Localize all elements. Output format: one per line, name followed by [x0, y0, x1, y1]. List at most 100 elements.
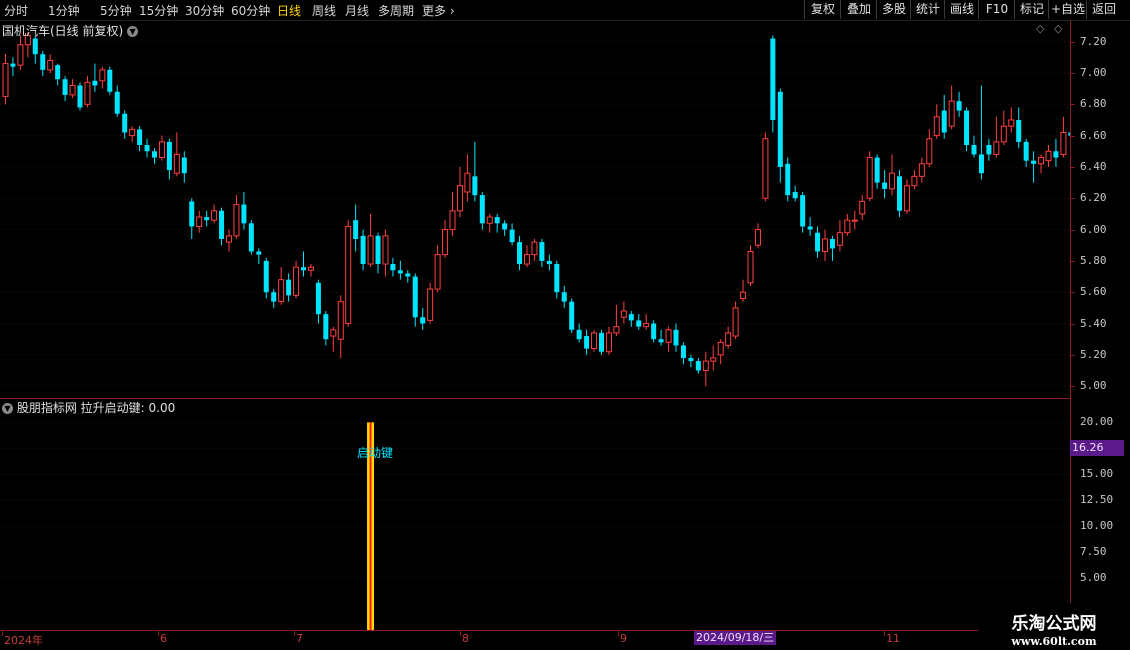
- candle-body: [114, 91, 120, 114]
- candle: [69, 79, 76, 99]
- candle-body: [576, 329, 582, 340]
- candle-body: [517, 242, 523, 265]
- candle: [941, 94, 947, 139]
- period-tab-60min[interactable]: 60分钟: [231, 2, 270, 19]
- candle: [807, 217, 813, 236]
- candle: [1045, 145, 1052, 167]
- candle: [926, 129, 933, 167]
- candle-body: [1008, 119, 1015, 127]
- candle: [903, 179, 910, 214]
- candle: [956, 91, 962, 117]
- candle-body: [882, 182, 888, 189]
- date-tick: [884, 630, 885, 636]
- candle-body: [204, 217, 210, 221]
- candle: [456, 166, 463, 218]
- kline-chart[interactable]: [0, 20, 1070, 630]
- indicator-tick-label: 7.50: [1080, 545, 1107, 559]
- period-tab-fenshi[interactable]: 分时: [4, 2, 28, 19]
- candle: [680, 342, 686, 365]
- overlay-button[interactable]: 叠加: [840, 0, 877, 19]
- candle: [181, 151, 187, 183]
- period-tab-5min[interactable]: 5分钟: [100, 2, 132, 19]
- indicator-title[interactable]: ▼ 股朋指标网 拉升启动键: 0.00: [2, 399, 175, 416]
- price-tick: [1070, 135, 1075, 137]
- candle: [836, 220, 843, 252]
- candle: [531, 238, 538, 261]
- candle: [55, 63, 61, 86]
- candle-body: [263, 260, 269, 293]
- candle: [971, 135, 977, 158]
- candle-body: [330, 329, 337, 337]
- candle: [107, 66, 113, 95]
- price-tick: [1070, 323, 1075, 325]
- period-tab-weekly[interactable]: 周线: [312, 2, 336, 19]
- candle-body: [785, 163, 791, 196]
- candle-body: [636, 320, 642, 327]
- date-tick-label: 11: [886, 632, 900, 645]
- chevron-down-icon[interactable]: ▼: [2, 403, 13, 414]
- candle-body: [539, 242, 545, 261]
- candle: [211, 204, 218, 224]
- expand-icon[interactable]: ◇: [1054, 22, 1062, 35]
- candle: [144, 138, 150, 158]
- f10-button[interactable]: F10: [978, 0, 1015, 19]
- back-button[interactable]: 返回: [1086, 0, 1121, 19]
- candle-body: [420, 317, 426, 324]
- candle-body: [442, 229, 449, 256]
- candle: [636, 314, 642, 330]
- period-tab-30min[interactable]: 30分钟: [185, 2, 224, 19]
- candle: [315, 279, 321, 324]
- candle-body: [673, 329, 679, 346]
- date-tick: [2, 630, 3, 636]
- period-tab-multi[interactable]: 多周期: [378, 2, 414, 19]
- side-panel-strip[interactable]: [1121, 20, 1130, 630]
- candle: [464, 154, 471, 202]
- period-tab-monthly[interactable]: 月线: [345, 2, 369, 19]
- candle-body: [613, 326, 620, 334]
- candle: [866, 151, 873, 202]
- mark-button[interactable]: 标记: [1014, 0, 1049, 19]
- candle-body: [866, 157, 873, 199]
- chevron-down-icon[interactable]: ▼: [127, 26, 139, 37]
- candle: [405, 270, 411, 283]
- candle: [993, 116, 1000, 158]
- fuquan-button[interactable]: 复权: [804, 0, 841, 19]
- crosshair-value-label: 16.26: [1070, 440, 1124, 456]
- candle: [233, 195, 240, 239]
- candle: [591, 329, 598, 352]
- add-watchlist-button[interactable]: +自选: [1048, 0, 1087, 19]
- diamond-icon[interactable]: ◇: [1036, 22, 1044, 35]
- candle-body: [494, 217, 500, 224]
- candle: [271, 289, 277, 308]
- candle: [427, 282, 434, 324]
- candle: [226, 229, 232, 252]
- period-tab-15min[interactable]: 15分钟: [139, 2, 178, 19]
- candle: [829, 235, 835, 261]
- period-tab-1min[interactable]: 1分钟: [48, 2, 80, 19]
- candle: [323, 311, 329, 346]
- price-tick: [1070, 198, 1075, 200]
- candle-body: [897, 176, 902, 211]
- candle: [390, 257, 396, 277]
- date-tick-label: 9: [620, 632, 627, 645]
- candle-body: [651, 323, 657, 340]
- chart-title[interactable]: 国机汽车(日线 前复权) ▼: [2, 22, 139, 39]
- multi-stock-button[interactable]: 多股: [876, 0, 911, 19]
- candle-body: [1023, 141, 1029, 161]
- candle-body: [986, 145, 992, 155]
- candle-body: [293, 266, 300, 296]
- candle-body: [211, 210, 218, 221]
- stats-button[interactable]: 统计: [910, 0, 945, 19]
- date-tick: [158, 630, 159, 636]
- indicator-tick-label: 12.50: [1080, 493, 1114, 507]
- candle-body: [464, 172, 471, 193]
- more-label: 更多: [422, 4, 447, 18]
- candle: [307, 264, 314, 277]
- period-tab-daily[interactable]: 日线: [277, 2, 301, 19]
- indicator-tick-label: 15.00: [1080, 467, 1114, 481]
- signal-group: [0, 421, 1070, 630]
- draw-line-button[interactable]: 画线: [944, 0, 979, 19]
- more-periods-button[interactable]: 更多 ›: [422, 2, 455, 19]
- candle: [494, 213, 500, 233]
- candle: [420, 307, 426, 330]
